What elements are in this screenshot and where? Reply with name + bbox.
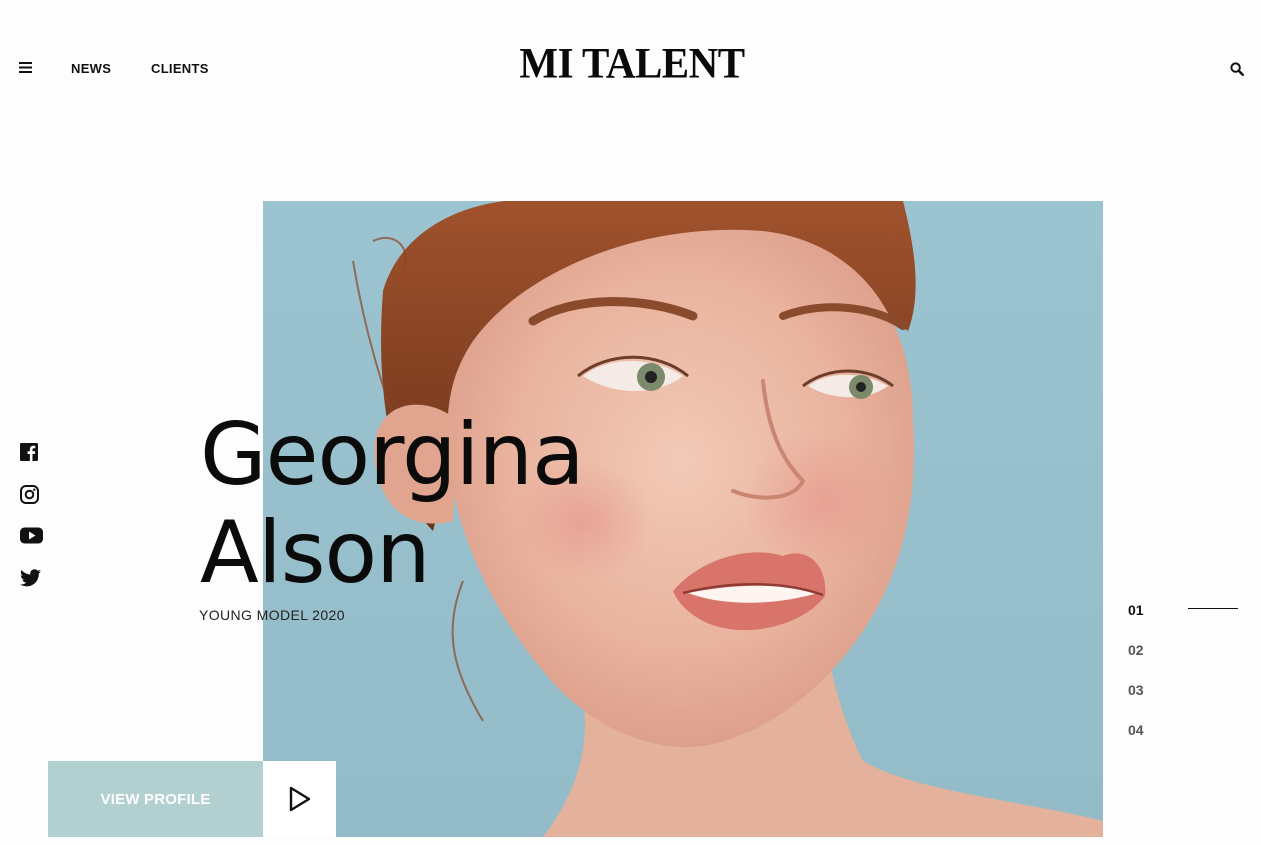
model-subtitle: YOUNG MODEL 2020 bbox=[199, 607, 345, 623]
active-slide-line bbox=[1188, 608, 1238, 609]
model-first-name: Georgina bbox=[200, 405, 585, 505]
hamburger-menu-icon[interactable] bbox=[19, 62, 32, 73]
slide-indicator-04[interactable]: 04 bbox=[1128, 722, 1144, 738]
twitter-icon[interactable] bbox=[20, 569, 41, 589]
play-button[interactable] bbox=[263, 761, 336, 837]
slide-indicator-03[interactable]: 03 bbox=[1128, 682, 1144, 698]
youtube-icon[interactable] bbox=[20, 527, 43, 547]
view-profile-button[interactable]: VIEW PROFILE bbox=[48, 761, 263, 837]
model-last-name: Alson bbox=[200, 503, 431, 603]
site-logo[interactable]: MI TALENT bbox=[519, 39, 745, 87]
slide-indicator-02[interactable]: 02 bbox=[1128, 642, 1144, 658]
play-icon bbox=[289, 786, 310, 812]
nav-clients-link[interactable]: CLIENTS bbox=[151, 61, 209, 76]
search-icon[interactable] bbox=[1230, 62, 1245, 77]
nav-news-link[interactable]: NEWS bbox=[71, 61, 111, 76]
slide-indicator-01[interactable]: 01 bbox=[1128, 602, 1144, 618]
facebook-icon[interactable] bbox=[20, 443, 40, 463]
instagram-icon[interactable] bbox=[20, 485, 40, 505]
